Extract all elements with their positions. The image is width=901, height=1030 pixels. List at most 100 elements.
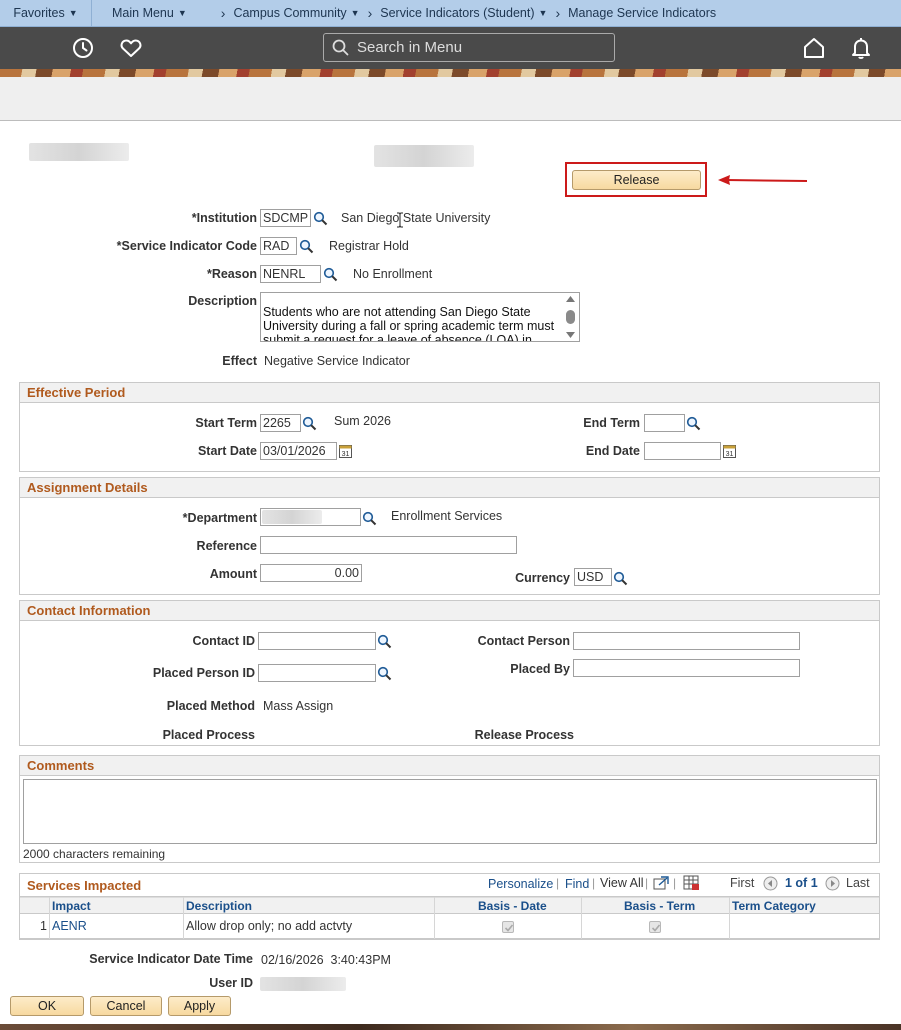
datetime-value: 02/16/2026 3:40:43PM [261,953,391,967]
redacted-department-code [262,510,322,524]
characters-remaining: 2000 characters remaining [23,847,166,861]
caret-down-icon: ▼ [350,8,360,18]
download-spreadsheet-icon[interactable] [683,875,700,891]
notification-bell-icon[interactable] [848,35,874,61]
placed-method-label: Placed Method [166,699,255,713]
impact-link-aenr[interactable]: AENR [52,919,87,933]
impact-description: Allow drop only; no add actvty [186,919,353,933]
find-link[interactable]: Find [565,877,589,891]
lookup-magnifier-icon[interactable] [613,571,628,586]
department-description: Enrollment Services [391,509,503,523]
grid-divider [434,897,435,939]
page-indicator: 1 of 1 [785,876,818,890]
datetime-label: Service Indicator Date Time [89,952,253,966]
basis-date-checkbox [502,921,514,933]
start-term-label: Start Term [195,416,257,430]
contact-person-label: Contact Person [477,634,570,648]
lookup-magnifier-icon[interactable] [377,634,392,649]
favorite-heart-icon[interactable] [118,35,144,61]
comments-header: Comments [20,756,879,776]
lookup-magnifier-icon[interactable] [377,666,392,681]
placed-by-field[interactable] [573,659,800,677]
separator: | [673,876,677,890]
checkmark-icon [504,924,514,932]
column-description[interactable]: Description [186,899,252,913]
start-date-field[interactable] [260,442,337,460]
separator: | [592,876,596,890]
breadcrumb-campus-community[interactable]: Campus Community ▼ [227,0,365,26]
lookup-magnifier-icon[interactable] [686,416,701,431]
grid-divider [729,897,730,939]
reference-field[interactable] [260,536,517,554]
separator: | [556,876,560,890]
last-page-label: Last [846,876,870,890]
first-page-label: First [730,876,755,890]
lookup-magnifier-icon[interactable] [362,511,377,526]
lookup-magnifier-icon[interactable] [299,239,314,254]
department-field[interactable] [260,508,361,526]
lookup-magnifier-icon[interactable] [323,267,338,282]
reason-description: No Enrollment [353,267,433,281]
grid-header-row: Impact Description Basis - Date Basis - … [20,897,879,914]
assignment-details-header: Assignment Details [20,478,879,498]
favorites-menu[interactable]: Favorites ▼ [0,0,92,26]
breadcrumb-service-indicators[interactable]: Service Indicators (Student) ▼ [374,0,553,26]
zoom-grid-icon[interactable] [653,876,669,890]
currency-field[interactable] [574,568,612,586]
contact-person-field[interactable] [573,632,800,650]
page-toolbar [0,77,901,121]
calendar-icon[interactable]: 31 [723,444,736,458]
start-term-field[interactable] [260,414,301,432]
release-button[interactable]: Release [572,170,701,190]
comments-textarea[interactable] [23,779,877,844]
column-basis-term[interactable]: Basis - Term [624,899,695,913]
effect-label: Effect [222,354,257,368]
caret-down-icon: ▼ [68,8,78,18]
start-term-description: Sum 2026 [334,414,391,428]
reason-field[interactable] [260,265,321,283]
lookup-magnifier-icon[interactable] [313,211,328,226]
release-process-label: Release Process [474,728,574,742]
menu-search[interactable] [323,33,615,62]
institution-field[interactable] [260,209,311,227]
cancel-button[interactable]: Cancel [90,996,162,1016]
amount-field[interactable] [260,564,362,582]
apply-button[interactable]: Apply [168,996,231,1016]
column-term-category[interactable]: Term Category [732,899,816,913]
view-all-link[interactable]: View All [600,876,644,890]
placed-by-label: Placed By [510,662,570,676]
table-row: 1 AENR Allow drop only; no add actvty [20,915,879,939]
annotation-arrow-icon [718,175,808,185]
grid-divider [581,897,582,939]
column-basis-date[interactable]: Basis - Date [478,899,547,913]
row-number: 1 [40,919,47,933]
service-indicator-code-field[interactable] [260,237,297,255]
personalize-link[interactable]: Personalize [488,877,553,891]
main-menu[interactable]: Main Menu ▼ [92,0,197,26]
redacted-user-id [260,977,346,991]
calendar-icon[interactable]: 31 [339,444,352,458]
description-scrollbar[interactable] [562,293,579,341]
end-term-field[interactable] [644,414,685,432]
column-impact[interactable]: Impact [52,899,91,913]
reference-label: Reference [196,539,257,553]
redacted-student-name [374,145,474,167]
header-bar [0,27,901,69]
institution-description: San Diego State University [341,211,491,225]
placed-person-id-field[interactable] [258,664,376,682]
next-page-icon[interactable] [825,876,840,891]
description-textbox[interactable]: Students who are not attending San Diego… [260,292,580,342]
search-input[interactable] [355,38,595,57]
amount-label: Amount [209,567,257,581]
lookup-magnifier-icon[interactable] [302,416,317,431]
home-icon[interactable] [801,35,827,61]
recent-clock-icon[interactable] [70,35,96,61]
end-date-field[interactable] [644,442,721,460]
previous-page-icon[interactable] [763,876,778,891]
effective-period-group: Effective Period [19,382,880,472]
description-label: Description [188,294,257,308]
basis-term-checkbox [649,921,661,933]
contact-id-field[interactable] [258,632,376,650]
ok-button[interactable]: OK [10,996,84,1016]
text-cursor-icon [397,212,403,228]
